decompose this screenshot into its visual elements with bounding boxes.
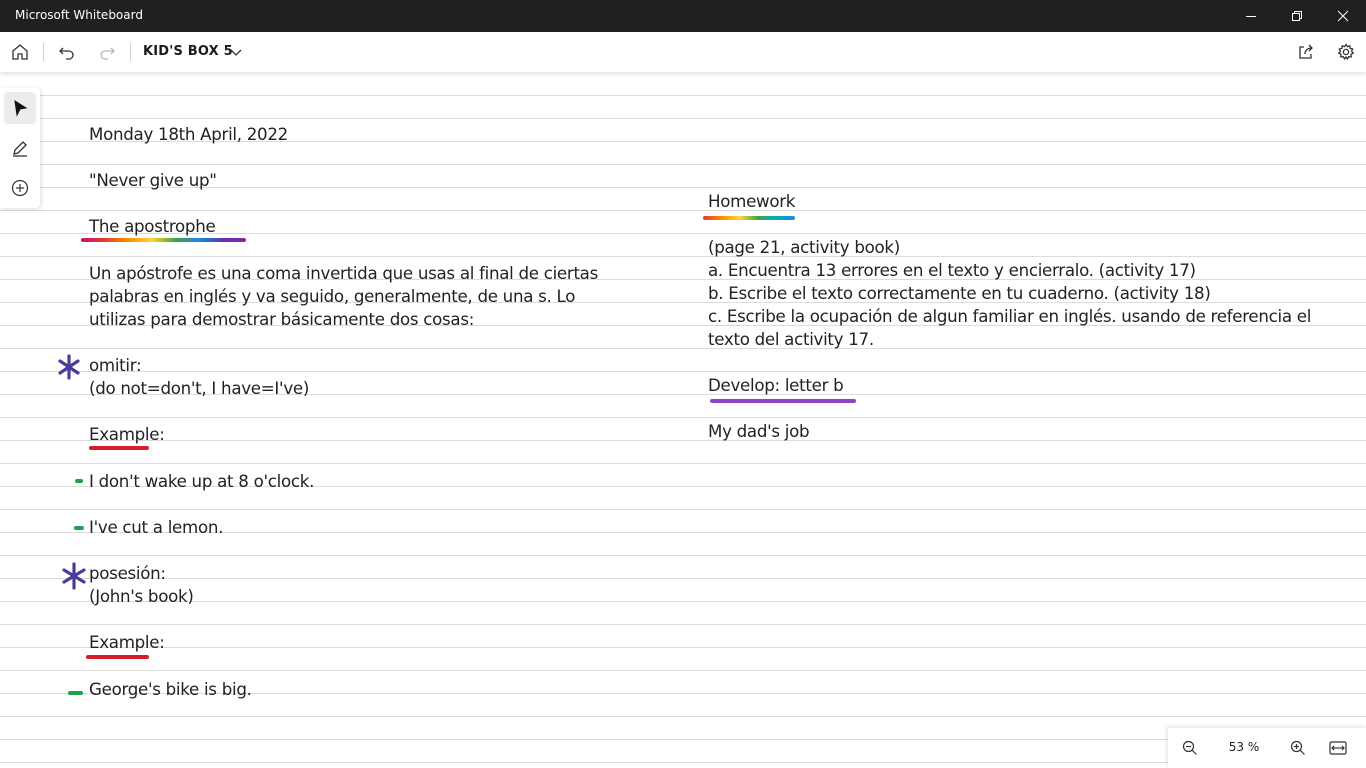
green-dash[interactable] <box>68 691 83 695</box>
select-tool[interactable] <box>4 92 36 124</box>
date-note[interactable]: Monday 18th April, 2022 <box>89 125 288 145</box>
intro-line[interactable]: Un apóstrofe es una coma invertida que u… <box>89 264 598 284</box>
green-dash[interactable] <box>75 479 83 483</box>
restore-icon <box>1292 11 1302 21</box>
example-label[interactable]: Example: <box>89 425 165 445</box>
select-arrow-icon <box>14 99 28 117</box>
example-sentence[interactable]: I don't wake up at 8 o'clock. <box>89 472 314 492</box>
minimize-icon <box>1246 16 1256 17</box>
home-icon <box>12 44 28 60</box>
share-button[interactable] <box>1288 32 1324 72</box>
possession-label[interactable]: posesión: <box>89 564 166 584</box>
pen-tool[interactable] <box>4 132 36 164</box>
app-title: Microsoft Whiteboard <box>15 8 143 22</box>
homework-line[interactable]: a. Encuentra 13 errores en el texto y en… <box>708 261 1196 281</box>
intro-line[interactable]: palabras en inglés y va seguido, general… <box>89 287 575 307</box>
rainbow-underline[interactable] <box>81 238 246 242</box>
zoom-level[interactable]: 53 % <box>1224 740 1264 754</box>
title-bar: Microsoft Whiteboard <box>0 0 1366 32</box>
green-dash[interactable] <box>74 526 84 530</box>
rainbow-underline[interactable] <box>703 216 795 220</box>
homework-line[interactable]: texto del activity 17. <box>708 330 874 350</box>
board-menu-button[interactable] <box>218 32 254 72</box>
homework-line[interactable]: b. Escribe el texto correctamente en tu … <box>708 284 1211 304</box>
apostrophe-heading[interactable]: The apostrophe <box>89 217 216 237</box>
fit-to-screen-button[interactable] <box>1322 732 1354 764</box>
zoom-in-icon <box>1290 740 1305 755</box>
possession-example[interactable]: (John's book) <box>89 587 194 607</box>
add-content-tool[interactable] <box>4 172 36 204</box>
intro-line[interactable]: utilizas para demostrar básicamente dos … <box>89 310 474 330</box>
zoom-in-button[interactable] <box>1282 732 1314 764</box>
gear-icon <box>1337 43 1355 61</box>
star-marker-icon[interactable] <box>62 562 86 590</box>
chevron-down-icon <box>230 49 242 56</box>
restore-button[interactable] <box>1274 0 1320 32</box>
redo-button[interactable] <box>89 32 125 72</box>
example-label[interactable]: Example: <box>89 633 165 653</box>
omit-examples[interactable]: (do not=don't, I have=I've) <box>89 379 309 399</box>
close-button[interactable] <box>1320 0 1366 32</box>
omit-label[interactable]: omitir: <box>89 356 142 376</box>
home-button[interactable] <box>2 32 38 72</box>
example-sentence[interactable]: George's bike is big. <box>89 680 252 700</box>
pen-icon <box>13 141 27 157</box>
red-underline[interactable] <box>89 446 149 450</box>
homework-heading[interactable]: Homework <box>708 192 795 212</box>
toolbar-divider <box>130 43 131 61</box>
task-note[interactable]: My dad's job <box>708 422 810 442</box>
homework-line[interactable]: c. Escribe la ocupación de algun familia… <box>708 307 1311 327</box>
redo-icon <box>100 47 115 60</box>
red-underline[interactable] <box>86 655 149 659</box>
quote-note[interactable]: "Never give up" <box>89 171 217 191</box>
settings-button[interactable] <box>1328 32 1364 72</box>
zoom-out-button[interactable] <box>1174 732 1206 764</box>
develop-note[interactable]: Develop: letter b <box>708 376 844 396</box>
purple-underline[interactable] <box>710 399 856 403</box>
zoom-out-icon <box>1182 740 1197 755</box>
minimize-button[interactable] <box>1228 0 1274 32</box>
zoom-controls: 53 % <box>1168 728 1366 768</box>
tool-rail <box>0 88 40 208</box>
toolbar-divider <box>43 43 44 61</box>
homework-line[interactable]: (page 21, activity book) <box>708 238 900 258</box>
close-icon <box>1337 10 1349 22</box>
fit-to-screen-icon <box>1329 741 1347 755</box>
app-toolbar: KID'S BOX 5 <box>0 32 1366 72</box>
undo-icon <box>59 47 74 60</box>
example-sentence[interactable]: I've cut a lemon. <box>89 518 223 538</box>
star-marker-icon[interactable] <box>58 354 80 380</box>
add-circle-icon <box>11 179 29 197</box>
undo-button[interactable] <box>49 32 85 72</box>
share-icon <box>1299 44 1313 59</box>
